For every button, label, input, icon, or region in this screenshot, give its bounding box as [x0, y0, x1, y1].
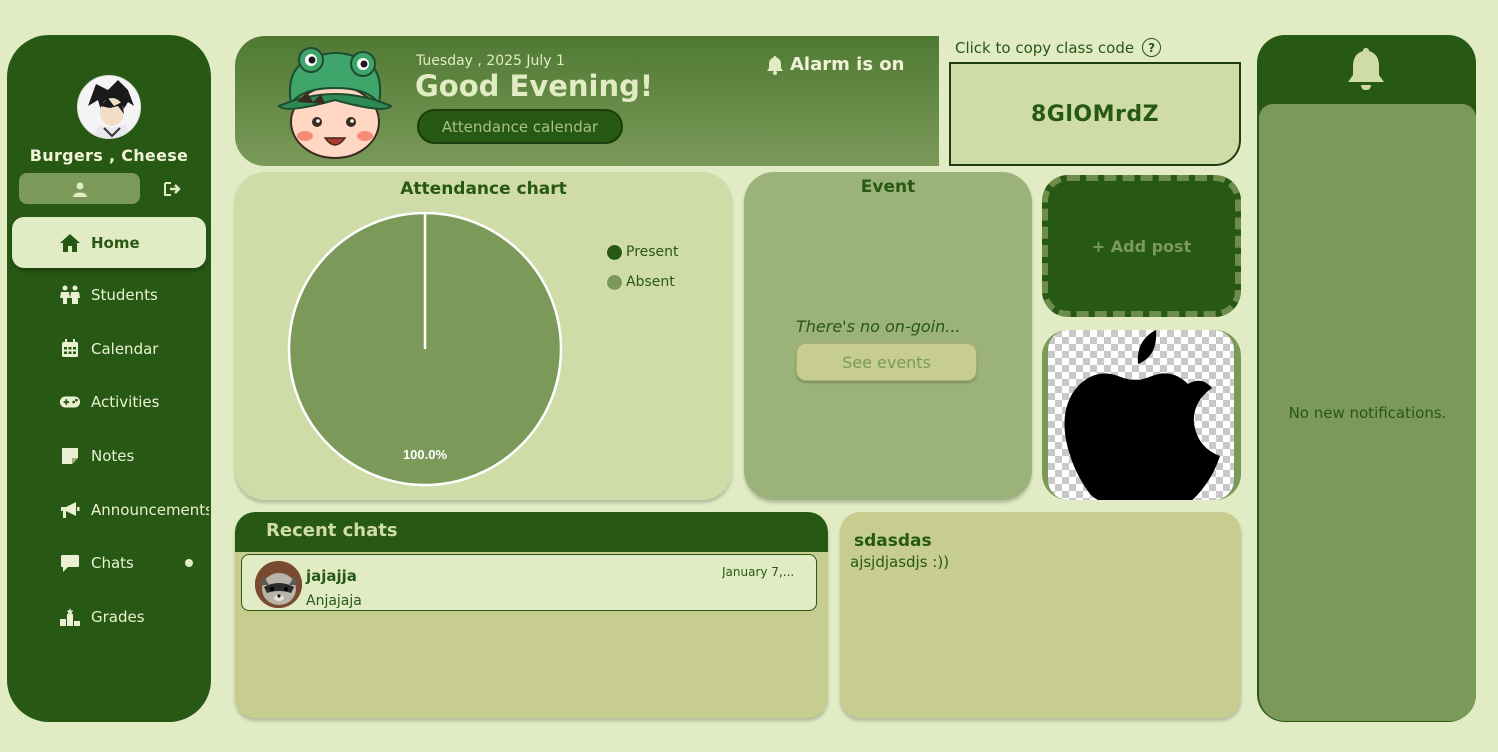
sidebar-item-label: Calendar: [91, 339, 159, 358]
sidebar-item-label: Home: [91, 233, 140, 252]
sidebar-item-label: Activities: [91, 393, 160, 412]
no-event-message: There's no on-goin...: [796, 317, 961, 336]
chat-list-item[interactable]: jajajja January 7,... Anjajaja: [241, 554, 817, 611]
legend-label: Present: [626, 244, 679, 260]
recent-chats-header: Recent chats: [235, 512, 828, 552]
notifications-panel: No new notifications.: [1257, 35, 1476, 722]
legend-swatch-present: [606, 243, 623, 261]
post-title: sdasdas: [854, 531, 932, 551]
podium-icon: [59, 607, 81, 627]
frog-hat-mascot: [273, 44, 397, 162]
sidebar-item-chats[interactable]: Chats: [7, 536, 211, 590]
recent-chats-card: Recent chats jajajja January 7,... Anjaj…: [235, 512, 828, 718]
greeting-header: Tuesday , 2025 July 1 Good Evening! Atte…: [235, 36, 939, 166]
notification-bell-icon[interactable]: [1347, 47, 1385, 91]
sidebar-item-calendar[interactable]: Calendar: [7, 322, 211, 376]
attendance-calendar-button[interactable]: Attendance calendar: [417, 109, 623, 144]
chat-date: January 7,...: [722, 565, 795, 579]
sidebar-item-home[interactable]: Home: [12, 217, 206, 268]
note-icon: [59, 446, 81, 466]
notifications-list: No new notifications.: [1259, 104, 1476, 721]
sidebar-item-activities[interactable]: Activities: [7, 375, 211, 429]
sidebar-item-label: Announcements: [91, 500, 209, 519]
pie-data-label: 100.0%: [403, 447, 448, 462]
user-name: Burgers , Cheese: [29, 146, 189, 165]
apple-logo-image: [1064, 330, 1220, 500]
logout-button[interactable]: [160, 179, 184, 199]
text-post-card[interactable]: sdasdas ajsjdjasdjs :)): [840, 512, 1241, 718]
profile-button[interactable]: [19, 173, 140, 204]
students-icon: [59, 285, 81, 305]
see-events-button[interactable]: See events: [796, 343, 977, 381]
megaphone-icon: [59, 500, 81, 520]
add-post-button[interactable]: + Add post: [1042, 175, 1241, 317]
legend-swatch-absent: [606, 273, 623, 291]
attendance-chart-title: Attendance chart: [400, 179, 567, 199]
sidebar-item-label: Students: [91, 285, 158, 304]
sidebar-item-students[interactable]: Students: [7, 268, 211, 322]
image-post-card[interactable]: [1042, 330, 1241, 500]
calendar-icon: [59, 339, 81, 359]
bell-icon: [767, 55, 783, 75]
user-icon: [72, 182, 87, 197]
class-code-label: Click to copy class code ?: [955, 38, 1162, 57]
chat-contact-name: jajajja: [306, 567, 357, 585]
sidebar-item-notes[interactable]: Notes: [7, 429, 211, 483]
post-body: ajsjdjasdjs :)): [850, 553, 950, 571]
sidebar-item-label: Grades: [91, 607, 145, 626]
chat-avatar: [255, 561, 302, 608]
alarm-label: Alarm is on: [790, 54, 905, 75]
user-avatar[interactable]: [77, 75, 141, 139]
legend-item-absent[interactable]: Absent: [606, 267, 679, 297]
no-notifications-text: No new notifications.: [1288, 403, 1447, 422]
recent-chats-title: Recent chats: [266, 520, 398, 541]
home-icon: [59, 233, 81, 253]
gamepad-icon: [59, 392, 81, 412]
class-code-label-text: Click to copy class code: [955, 38, 1135, 57]
sidebar-item-announcements[interactable]: Announcements: [7, 483, 211, 537]
greeting-title: Good Evening!: [415, 69, 654, 103]
attendance-pie-chart[interactable]: 100.0%: [287, 212, 567, 492]
help-icon[interactable]: ?: [1142, 38, 1162, 57]
attendance-chart-card: Attendance chart 100.0% Present Absent: [235, 172, 732, 500]
sidebar-nav: Home Students Calendar Activities Notes …: [7, 217, 211, 644]
chat-icon: [59, 553, 81, 573]
chat-last-message: Anjajaja: [306, 593, 362, 609]
legend-label: Absent: [626, 274, 675, 290]
logout-icon: [164, 182, 181, 196]
event-title: Event: [860, 177, 916, 197]
alarm-status[interactable]: Alarm is on: [766, 54, 904, 75]
sidebar-item-grades[interactable]: Grades: [7, 590, 211, 644]
sidebar: Burgers , Cheese Home Students Calendar …: [7, 35, 211, 722]
current-date: Tuesday , 2025 July 1: [416, 53, 565, 69]
sidebar-item-label: Notes: [91, 446, 135, 465]
class-code-box[interactable]: 8GlOMrdZ: [949, 62, 1241, 166]
chart-legend: Present Absent: [606, 237, 679, 297]
legend-item-present[interactable]: Present: [606, 237, 679, 267]
event-card: Event There's no on-goin... See events: [744, 172, 1032, 500]
